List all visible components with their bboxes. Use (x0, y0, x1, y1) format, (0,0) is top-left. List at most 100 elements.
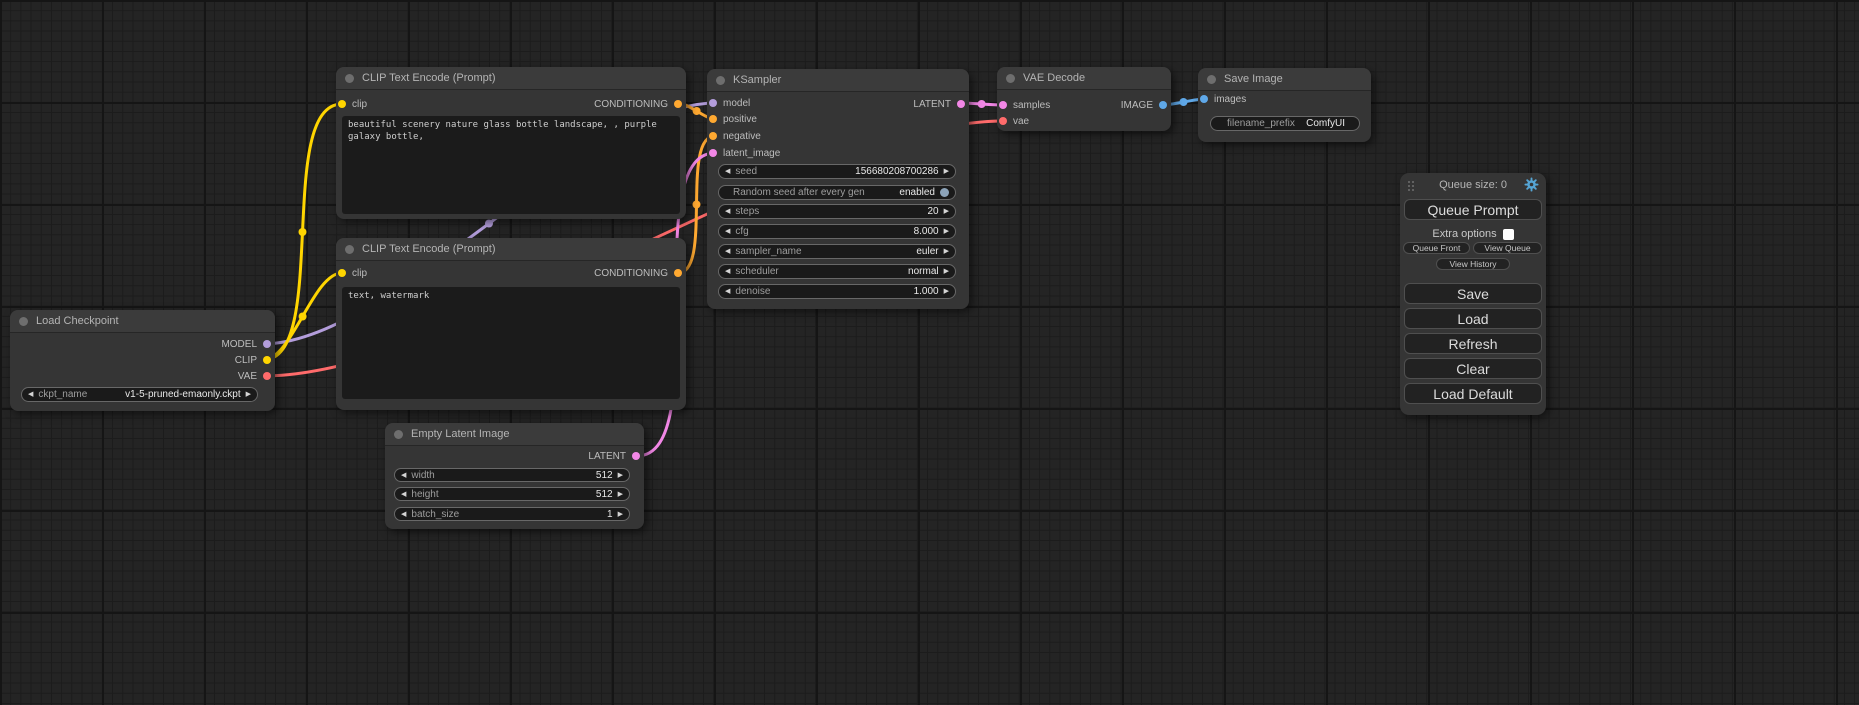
port-label: model (723, 98, 750, 109)
node-load-checkpoint[interactable]: Load Checkpoint MODEL CLIP VAE ◀ ckpt_na… (10, 310, 275, 411)
load-default-button[interactable]: Load Default (1404, 383, 1542, 404)
decrement-arrow-icon[interactable]: ◀ (725, 228, 730, 235)
refresh-button[interactable]: Refresh (1404, 333, 1542, 354)
port-label: LATENT (588, 451, 626, 462)
port-label: clip (352, 99, 367, 110)
decrement-arrow-icon[interactable]: ◀ (725, 208, 730, 215)
input-port-clip: clip (338, 97, 367, 111)
collapse-dot-icon[interactable] (1006, 74, 1015, 83)
decrement-arrow-icon[interactable]: ◀ (725, 248, 730, 255)
node-clip-text-encode-negative[interactable]: CLIP Text Encode (Prompt) clip CONDITION… (336, 238, 686, 410)
scheduler-widget[interactable]: ◀ scheduler normal ▶ (718, 264, 956, 279)
increment-arrow-icon[interactable]: ▶ (944, 168, 949, 175)
widget-label: cfg (735, 226, 748, 237)
node-vae-decode[interactable]: VAE Decode samples vae IMAGE (997, 67, 1171, 131)
node-clip-text-encode-positive[interactable]: CLIP Text Encode (Prompt) clip CONDITION… (336, 67, 686, 219)
node-save-image[interactable]: Save Image images filename_prefix ComfyU… (1198, 68, 1371, 142)
node-header[interactable]: CLIP Text Encode (Prompt) (336, 67, 686, 89)
toggle-circle-icon[interactable] (940, 188, 949, 197)
view-queue-button[interactable]: View Queue (1473, 242, 1542, 254)
image-port-dot[interactable] (1159, 101, 1167, 109)
decrement-arrow-icon[interactable]: ◀ (401, 491, 406, 498)
model-port-dot[interactable] (709, 99, 717, 107)
vae-port-dot[interactable] (999, 117, 1007, 125)
node-ksampler[interactable]: KSampler model positive negative latent_… (707, 69, 969, 309)
node-header[interactable]: VAE Decode (997, 67, 1171, 89)
decrement-arrow-icon[interactable]: ◀ (725, 288, 730, 295)
node-title: VAE Decode (1023, 72, 1085, 84)
conditioning-port-dot[interactable] (709, 132, 717, 140)
conditioning-port-dot[interactable] (674, 100, 682, 108)
settings-gear-icon[interactable] (1524, 177, 1539, 192)
steps-widget[interactable]: ◀ steps 20 ▶ (718, 204, 956, 219)
collapse-dot-icon[interactable] (716, 76, 725, 85)
collapse-dot-icon[interactable] (345, 74, 354, 83)
conditioning-port-dot[interactable] (674, 269, 682, 277)
increment-arrow-icon[interactable]: ▶ (618, 491, 623, 498)
collapse-dot-icon[interactable] (1207, 75, 1216, 84)
batch-size-widget[interactable]: ◀ batch_size 1 ▶ (394, 507, 630, 521)
denoise-widget[interactable]: ◀ denoise 1.000 ▶ (718, 284, 956, 299)
clip-port-dot[interactable] (263, 356, 271, 364)
latent-port-dot[interactable] (632, 452, 640, 460)
node-title: Empty Latent Image (411, 428, 509, 440)
widget-label: sampler_name (735, 246, 801, 257)
image-port-dot[interactable] (1200, 95, 1208, 103)
clip-port-dot[interactable] (338, 100, 346, 108)
node-header[interactable]: Empty Latent Image (385, 423, 644, 445)
model-port-dot[interactable] (263, 340, 271, 348)
collapse-dot-icon[interactable] (345, 245, 354, 254)
latent-port-dot[interactable] (709, 149, 717, 157)
prompt-textarea[interactable]: beautiful scenery nature glass bottle la… (342, 116, 680, 214)
collapse-dot-icon[interactable] (394, 430, 403, 439)
increment-arrow-icon[interactable]: ▶ (944, 268, 949, 275)
view-history-button[interactable]: View History (1436, 258, 1510, 270)
collapse-dot-icon[interactable] (19, 317, 28, 326)
width-widget[interactable]: ◀ width 512 ▶ (394, 468, 630, 482)
latent-port-dot[interactable] (957, 100, 965, 108)
latent-port-dot[interactable] (999, 101, 1007, 109)
prompt-textarea[interactable]: text, watermark (342, 287, 680, 399)
increment-arrow-icon[interactable]: ▶ (944, 208, 949, 215)
widget-label: Random seed after every gen (733, 187, 865, 198)
load-button[interactable]: Load (1404, 308, 1542, 329)
increment-arrow-icon[interactable]: ▶ (246, 391, 251, 398)
decrement-arrow-icon[interactable]: ◀ (28, 391, 33, 398)
decrement-arrow-icon[interactable]: ◀ (401, 511, 406, 518)
node-header[interactable]: Load Checkpoint (10, 310, 275, 332)
height-widget[interactable]: ◀ height 512 ▶ (394, 487, 630, 501)
filename-prefix-widget[interactable]: filename_prefix ComfyUI (1210, 116, 1360, 131)
node-header[interactable]: Save Image (1198, 68, 1371, 90)
increment-arrow-icon[interactable]: ▶ (944, 248, 949, 255)
queue-prompt-button[interactable]: Queue Prompt (1404, 199, 1542, 220)
increment-arrow-icon[interactable]: ▶ (944, 228, 949, 235)
clip-port-dot[interactable] (338, 269, 346, 277)
decrement-arrow-icon[interactable]: ◀ (401, 472, 406, 479)
input-port-negative: negative (709, 129, 761, 143)
node-empty-latent-image[interactable]: Empty Latent Image LATENT ◀ width 512 ▶ … (385, 423, 644, 529)
seed-widget[interactable]: ◀ seed 156680208700286 ▶ (718, 164, 956, 179)
wire-midpoint-dot (485, 220, 493, 228)
decrement-arrow-icon[interactable]: ◀ (725, 268, 730, 275)
increment-arrow-icon[interactable]: ▶ (618, 472, 623, 479)
conditioning-port-dot[interactable] (709, 115, 717, 123)
ckpt-name-widget[interactable]: ◀ ckpt_name v1-5-pruned-emaonly.ckpt ▶ (21, 387, 258, 402)
queue-menu-panel[interactable]: Queue size: 0 Queue Prompt Extra options… (1400, 173, 1546, 415)
widget-value: enabled (899, 187, 935, 198)
queue-front-button[interactable]: Queue Front (1403, 242, 1470, 254)
increment-arrow-icon[interactable]: ▶ (618, 511, 623, 518)
cfg-widget[interactable]: ◀ cfg 8.000 ▶ (718, 224, 956, 239)
decrement-arrow-icon[interactable]: ◀ (725, 168, 730, 175)
clear-button[interactable]: Clear (1404, 358, 1542, 379)
comfyui-canvas[interactable]: { "nodes": { "load_checkpoint": { "title… (0, 0, 1859, 705)
save-button[interactable]: Save (1404, 283, 1542, 304)
wire-midpoint-dot (299, 313, 307, 321)
node-header[interactable]: KSampler (707, 69, 969, 91)
node-header[interactable]: CLIP Text Encode (Prompt) (336, 238, 686, 260)
wire-midpoint-dot (299, 228, 307, 236)
extra-options-checkbox[interactable] (1503, 229, 1514, 240)
random-seed-toggle-widget[interactable]: Random seed after every gen enabled (718, 185, 956, 200)
increment-arrow-icon[interactable]: ▶ (944, 288, 949, 295)
vae-port-dot[interactable] (263, 372, 271, 380)
sampler-name-widget[interactable]: ◀ sampler_name euler ▶ (718, 244, 956, 259)
